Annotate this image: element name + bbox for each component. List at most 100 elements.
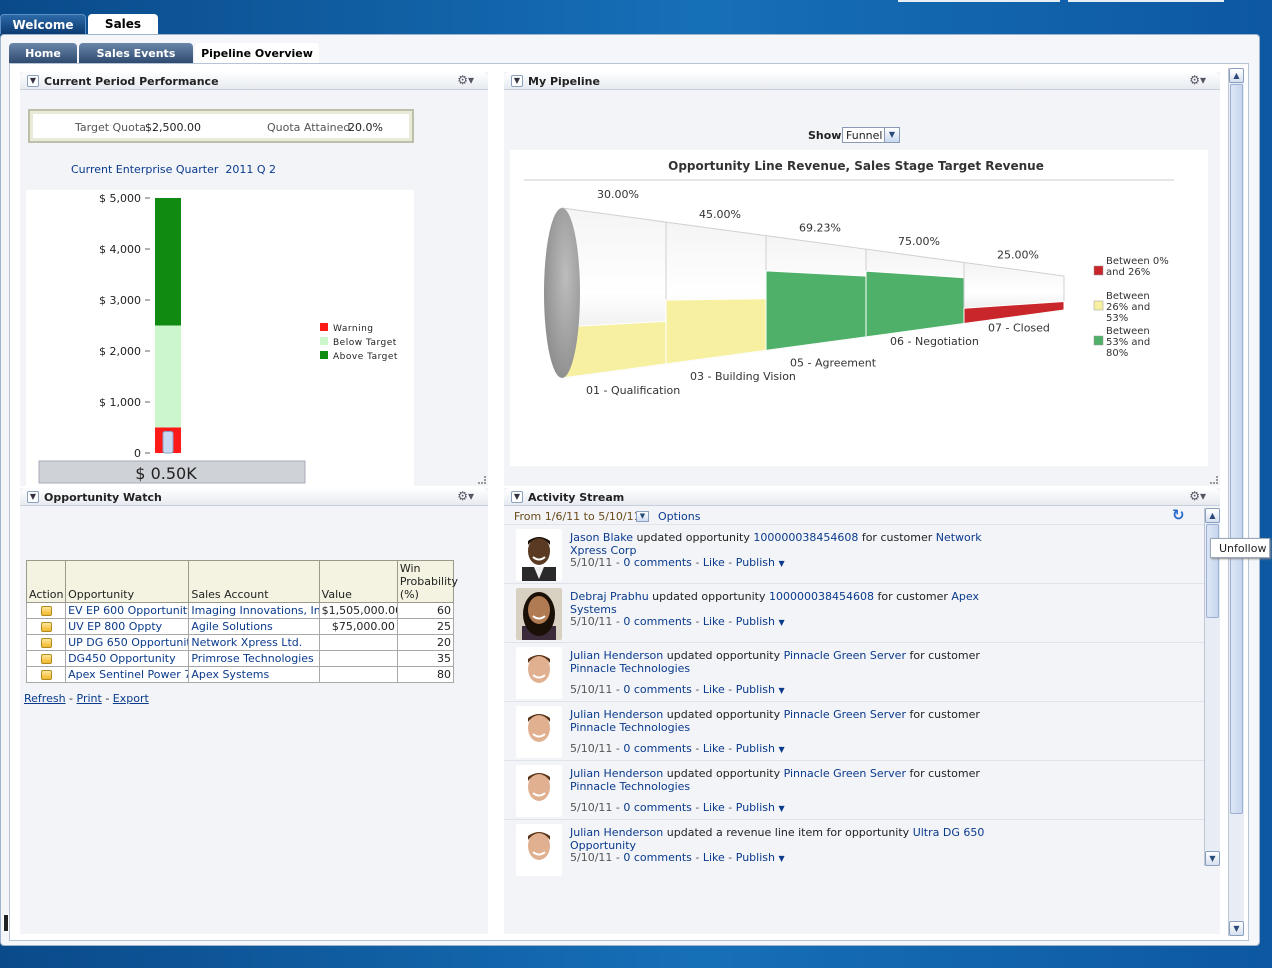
comments-link[interactable]: 0 comments — [623, 801, 692, 814]
comments-link[interactable]: 0 comments — [623, 615, 692, 628]
page-scrollbar[interactable]: ▲ ▼ — [1228, 68, 1244, 936]
refresh-icon[interactable]: ↻ — [1172, 506, 1185, 524]
opportunity-cell[interactable]: UP DG 650 Opportunity — [65, 634, 190, 651]
publish-link[interactable]: Publish — [736, 556, 775, 569]
scroll-up-icon[interactable]: ▲ — [1229, 68, 1244, 83]
scroll-up-icon[interactable]: ▲ — [1205, 508, 1220, 523]
person-link[interactable]: Julian Henderson — [570, 767, 663, 780]
scroll-thumb[interactable] — [1230, 84, 1243, 814]
account-cell[interactable]: Apex Systems — [188, 666, 320, 683]
activity-scrollbar[interactable]: ▲ ▼ — [1204, 508, 1220, 866]
like-link[interactable]: Like — [703, 683, 725, 696]
comments-link[interactable]: 0 comments — [623, 742, 692, 755]
like-link[interactable]: Like — [703, 556, 725, 569]
target-link[interactable]: 100000038454608 — [769, 590, 874, 603]
opportunity-cell[interactable]: Apex Sentinel Power 750 — [65, 666, 190, 683]
collapse-chevron-icon[interactable]: ▼ — [511, 75, 523, 87]
tab-pipeline-overview[interactable]: Pipeline Overview — [195, 43, 319, 63]
action-icon[interactable] — [41, 638, 52, 648]
publish-link[interactable]: Publish — [736, 683, 775, 696]
show-select[interactable]: Funnel ▼ — [842, 127, 900, 143]
top-tab-sales[interactable]: Sales — [88, 14, 158, 34]
customer-link[interactable]: Pinnacle Technologies — [570, 721, 690, 734]
top-tab-welcome[interactable]: Welcome — [0, 14, 86, 34]
chevron-down-icon[interactable]: ▼ — [778, 618, 784, 627]
avatar[interactable] — [516, 706, 562, 758]
opportunity-cell[interactable]: EV EP 600 Opportunity — [65, 602, 190, 619]
resize-handle[interactable] — [1210, 476, 1218, 484]
avatar[interactable] — [516, 588, 562, 640]
value-cell — [318, 666, 398, 683]
customer-link[interactable]: Pinnacle Technologies — [570, 780, 690, 793]
publish-link[interactable]: Publish — [736, 742, 775, 755]
tab-sales-events[interactable]: Sales Events — [79, 43, 193, 63]
action-text: updated opportunity — [652, 590, 766, 603]
tab-home[interactable]: Home — [9, 43, 77, 63]
like-link[interactable]: Like — [703, 742, 725, 755]
date-range-dropdown-icon[interactable]: ▼ — [636, 511, 649, 522]
account-cell[interactable]: Agile Solutions — [188, 618, 320, 635]
chevron-down-icon[interactable]: ▼ — [778, 686, 784, 695]
quota-attained-label: Quota Attained — [267, 121, 351, 134]
print-link[interactable]: Print — [77, 692, 102, 705]
gear-icon[interactable]: ⚙▾ — [1189, 73, 1206, 87]
action-icon[interactable] — [41, 670, 52, 680]
collapse-chevron-icon[interactable]: ▼ — [27, 75, 39, 87]
comments-link[interactable]: 0 comments — [623, 851, 692, 864]
publish-link[interactable]: Publish — [736, 615, 775, 628]
comments-link[interactable]: 0 comments — [623, 556, 692, 569]
target-link[interactable]: Pinnacle Green Server — [784, 767, 906, 780]
options-link[interactable]: Options — [658, 510, 700, 523]
chevron-down-icon[interactable]: ▼ — [778, 804, 784, 813]
unfollow-popup[interactable]: Unfollow — [1210, 538, 1270, 558]
avatar[interactable] — [516, 529, 562, 581]
gear-icon[interactable]: ⚙▾ — [457, 489, 474, 503]
chevron-down-icon[interactable]: ▼ — [884, 128, 899, 142]
gear-icon[interactable]: ⚙▾ — [1189, 489, 1206, 503]
chevron-down-icon[interactable]: ▼ — [778, 745, 784, 754]
collapse-chevron-icon[interactable]: ▼ — [27, 491, 39, 503]
person-link[interactable]: Jason Blake — [570, 531, 633, 544]
legend-label: Between — [1106, 326, 1150, 337]
action-icon[interactable] — [41, 622, 52, 632]
action-icon[interactable] — [41, 654, 52, 664]
side-handle[interactable] — [3, 914, 9, 932]
y-tick-label: $ 5,000 — [99, 192, 141, 205]
like-link[interactable]: Like — [703, 801, 725, 814]
person-link[interactable]: Julian Henderson — [570, 826, 663, 839]
funnel-stage-label: 05 - Agreement — [790, 356, 877, 369]
avatar[interactable] — [516, 647, 562, 699]
target-link[interactable]: Pinnacle Green Server — [784, 708, 906, 721]
like-link[interactable]: Like — [703, 851, 725, 864]
mid-text: for customer — [877, 590, 948, 603]
opportunity-cell[interactable]: DG450 Opportunity — [65, 650, 190, 667]
target-link[interactable]: 100000038454608 — [753, 531, 858, 544]
account-cell[interactable]: Primrose Technologies — [188, 650, 320, 667]
chevron-down-icon[interactable]: ▼ — [778, 854, 784, 863]
account-cell[interactable]: Imaging Innovations, Inc. — [188, 602, 320, 619]
export-link[interactable]: Export — [113, 692, 149, 705]
person-link[interactable]: Julian Henderson — [570, 708, 663, 721]
opportunity-cell[interactable]: UV EP 800 Oppty — [65, 618, 190, 635]
resize-handle[interactable] — [478, 476, 486, 484]
avatar[interactable] — [516, 824, 562, 876]
scroll-down-icon[interactable]: ▼ — [1229, 921, 1244, 936]
person-link[interactable]: Julian Henderson — [570, 649, 663, 662]
person-link[interactable]: Debraj Prabhu — [570, 590, 649, 603]
account-cell[interactable]: Network Xpress Ltd. — [188, 634, 320, 651]
publish-link[interactable]: Publish — [736, 851, 775, 864]
avatar[interactable] — [516, 765, 562, 817]
comments-link[interactable]: 0 comments — [623, 683, 692, 696]
collapse-chevron-icon[interactable]: ▼ — [511, 491, 523, 503]
customer-link[interactable]: Pinnacle Technologies — [570, 662, 690, 675]
top-search-field[interactable] — [898, 0, 1060, 2]
top-search-field-2[interactable] — [1068, 0, 1224, 2]
action-icon[interactable] — [41, 606, 52, 616]
like-link[interactable]: Like — [703, 615, 725, 628]
target-link[interactable]: Pinnacle Green Server — [784, 649, 906, 662]
scroll-down-icon[interactable]: ▼ — [1205, 851, 1220, 866]
chevron-down-icon[interactable]: ▼ — [778, 559, 784, 568]
gear-icon[interactable]: ⚙▾ — [457, 73, 474, 87]
publish-link[interactable]: Publish — [736, 801, 775, 814]
refresh-link[interactable]: Refresh — [24, 692, 66, 705]
